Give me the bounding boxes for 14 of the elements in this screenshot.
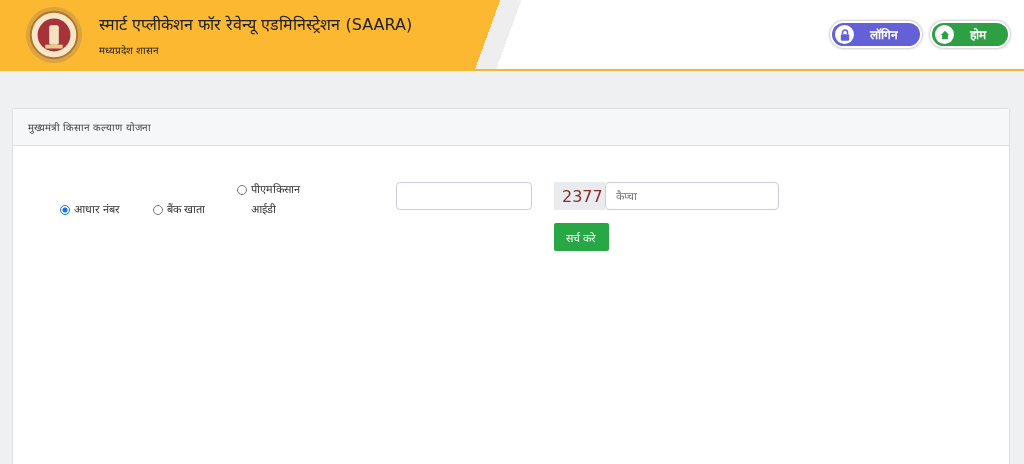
option-label[interactable]: बैंक खाता: [166, 200, 205, 220]
site-title: स्मार्ट एप्लीकेशन फॉर रेवेन्यू एडमिनिस्ट्रेशन (SAARA): [99, 13, 413, 35]
site-subtitle: मध्यप्रदेश शासन: [99, 43, 161, 57]
lock-icon: [839, 28, 850, 41]
radio-button[interactable]: [60, 205, 70, 215]
input-field[interactable]: [396, 182, 532, 210]
card-title: मुख्यमंत्री किसान कल्याण योजना: [28, 121, 151, 134]
option-label[interactable]: पीएमकिसान आईडी: [251, 180, 317, 220]
captcha-field[interactable]: कैप्चा: [604, 182, 779, 210]
emblem-icon: [25, 5, 83, 64]
captcha-code: 2377: [554, 182, 605, 210]
home-icon: [939, 29, 950, 40]
login-button[interactable]: लॉगिन: [830, 21, 922, 48]
option-label[interactable]: आधार नंबर: [74, 200, 121, 220]
